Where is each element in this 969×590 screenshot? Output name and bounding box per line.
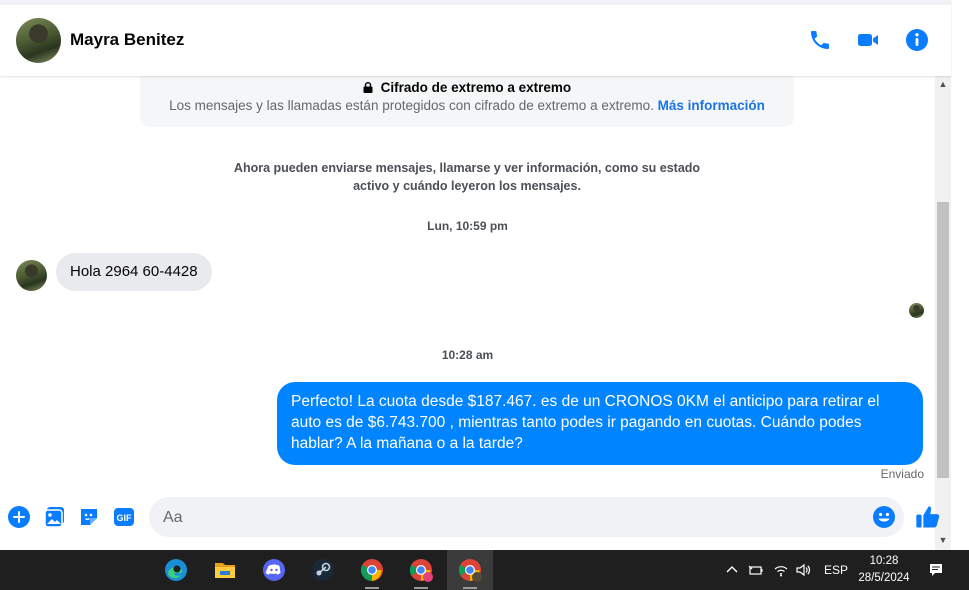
volume-icon[interactable]: [795, 550, 811, 590]
clock-date: 28/5/2024: [858, 572, 910, 584]
clock-time: 10:28: [869, 555, 899, 567]
attach-photo-icon[interactable]: [42, 504, 68, 530]
windows-taskbar: ESP 10:28 28/5/2024: [0, 550, 969, 590]
sticker-icon[interactable]: [76, 504, 102, 530]
timestamp: Lun, 10:59 pm: [427, 219, 508, 233]
more-actions-plus-icon[interactable]: [6, 504, 32, 530]
contact-name[interactable]: Mayra Benitez: [70, 30, 184, 50]
input-language[interactable]: ESP: [824, 550, 848, 590]
message-thread: Cifrado de extremo a extremo Los mensaje…: [0, 76, 935, 488]
scroll-down-arrow-icon[interactable]: ▼: [935, 532, 951, 548]
incoming-message[interactable]: Hola 2964 60-4428: [56, 253, 212, 291]
system-clock[interactable]: 10:28 28/5/2024: [852, 553, 916, 587]
chrome-profile-icon[interactable]: [398, 550, 444, 590]
chrome-icon[interactable]: [349, 550, 395, 590]
message-composer: GIF: [0, 488, 935, 550]
sent-status: Enviado: [880, 467, 924, 481]
file-explorer-icon[interactable]: [202, 550, 248, 590]
message-input[interactable]: [161, 497, 855, 539]
video-call-icon[interactable]: [855, 27, 881, 53]
outgoing-message[interactable]: Perfecto! La cuota desde $187.467. es de…: [277, 382, 923, 465]
gif-label: GIF: [117, 513, 133, 523]
encryption-description: Los mensajes y las llamadas están proteg…: [169, 98, 654, 113]
read-receipt-avatar: [909, 303, 924, 318]
scrollbar-thumb[interactable]: [937, 202, 949, 478]
more-info-link[interactable]: Más información: [658, 98, 765, 113]
window-edge: [951, 0, 969, 550]
encryption-title: Cifrado de extremo a extremo: [380, 80, 572, 95]
notifications-icon[interactable]: [928, 550, 944, 590]
discord-icon[interactable]: [251, 550, 297, 590]
conversation-info-icon[interactable]: [904, 27, 930, 53]
emoji-icon[interactable]: [872, 505, 896, 529]
privacy-info-text: Ahora pueden enviarse mensajes, llamarse…: [233, 161, 701, 193]
message-input-container[interactable]: [149, 497, 904, 539]
phone-call-icon[interactable]: [807, 27, 833, 53]
chrome-profile-active-icon[interactable]: [447, 550, 493, 590]
battery-icon[interactable]: [748, 550, 764, 590]
sender-avatar[interactable]: [16, 260, 47, 291]
edge-browser-icon[interactable]: [153, 550, 199, 590]
thumbs-up-like-icon[interactable]: [914, 503, 942, 531]
scroll-up-arrow-icon[interactable]: ▲: [935, 76, 951, 92]
contact-avatar[interactable]: [16, 18, 61, 63]
steam-icon[interactable]: [300, 550, 346, 590]
chat-scrollbar[interactable]: ▲ ▼: [935, 76, 951, 550]
conversation-header: Mayra Benitez: [0, 0, 951, 76]
show-hidden-icons-chevron-icon[interactable]: [724, 550, 740, 590]
gif-icon[interactable]: GIF: [111, 504, 137, 530]
wifi-icon[interactable]: [773, 550, 789, 590]
timestamp: 10:28 am: [441, 348, 494, 362]
encryption-notice: Cifrado de extremo a extremo Los mensaje…: [140, 76, 794, 127]
lock-icon: [363, 82, 373, 93]
